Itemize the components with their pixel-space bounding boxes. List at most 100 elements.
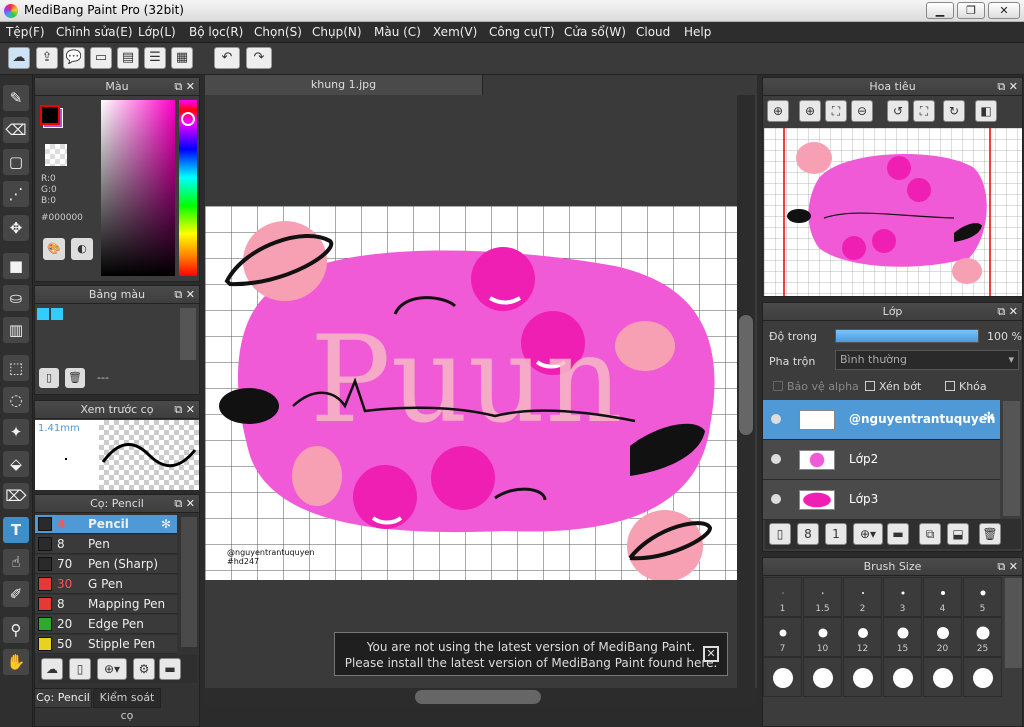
saturation-value-picker[interactable] bbox=[101, 100, 175, 276]
list-icon[interactable]: ☰ bbox=[144, 47, 166, 69]
gear-icon[interactable]: ✻ bbox=[983, 410, 995, 426]
brush-item-pen[interactable]: 8 Pen bbox=[35, 535, 177, 554]
brush-size-cell[interactable] bbox=[763, 657, 802, 697]
brush-item-mapping-pen[interactable]: 8 Mapping Pen bbox=[35, 595, 177, 614]
tab-brush[interactable]: Cọ: Pencil bbox=[34, 688, 92, 708]
protect-alpha-checkbox[interactable] bbox=[773, 381, 783, 391]
visibility-icon[interactable] bbox=[771, 494, 781, 504]
close-button[interactable]: ✕ bbox=[988, 2, 1020, 19]
brush-tool-icon[interactable]: ✎ bbox=[3, 85, 29, 111]
cloud-brush-icon[interactable]: ☁ bbox=[41, 658, 63, 680]
duplicate-layer-icon[interactable]: ⧉ bbox=[919, 523, 941, 545]
comment-icon[interactable]: 💬 bbox=[63, 47, 85, 69]
rectangle-tool-icon[interactable]: ▢ bbox=[3, 149, 29, 175]
clip-checkbox[interactable] bbox=[865, 381, 875, 391]
add-layer-menu-icon[interactable]: ⊕▾ bbox=[853, 523, 883, 545]
blend-mode-select[interactable]: Bình thường ▾ bbox=[835, 350, 1019, 370]
gear-icon[interactable]: ✻ bbox=[161, 517, 171, 531]
reset-rotation-icon[interactable]: ⛶ bbox=[913, 100, 935, 122]
menu-help[interactable]: Help bbox=[684, 25, 711, 39]
menu-filter[interactable]: Bộ lọc(R) bbox=[189, 25, 243, 39]
brush-size-cell[interactable]: 1.5 bbox=[803, 577, 842, 617]
text-tool-icon[interactable]: T bbox=[3, 517, 29, 543]
update-notice[interactable]: You are not using the latest version of … bbox=[334, 632, 728, 676]
brush-size-cell[interactable]: 2 bbox=[843, 577, 882, 617]
delete-layer-icon[interactable]: 🗑 bbox=[979, 523, 1001, 545]
palette-color-1[interactable] bbox=[37, 308, 49, 320]
horizontal-scroll-thumb[interactable] bbox=[415, 690, 541, 704]
panel-controls-icon[interactable]: ⧉ ✕ bbox=[174, 495, 195, 513]
new-brush-icon[interactable]: ▯ bbox=[69, 658, 91, 680]
close-notice-icon[interactable]: ✕ bbox=[703, 646, 719, 662]
navigator-preview[interactable] bbox=[764, 128, 1022, 296]
brush-size-cell[interactable]: 7 bbox=[763, 617, 802, 657]
brush-list-scrollbar[interactable] bbox=[181, 517, 197, 647]
fit-view-icon[interactable]: ⛶ bbox=[825, 100, 847, 122]
eyedropper-tool-icon[interactable]: ⚲ bbox=[3, 617, 29, 643]
zoom-in-icon[interactable]: ⊕ bbox=[767, 100, 789, 122]
brush-size-cell[interactable] bbox=[843, 657, 882, 697]
panel-controls-icon[interactable]: ⧉ ✕ bbox=[174, 286, 195, 304]
magic-wand-tool-icon[interactable]: ✦ bbox=[3, 419, 29, 445]
select-eraser-tool-icon[interactable]: ⌦ bbox=[3, 483, 29, 509]
menu-view[interactable]: Xem(V) bbox=[433, 25, 477, 39]
layer-row[interactable]: Lớp3 bbox=[763, 480, 1000, 520]
lock-checkbox[interactable] bbox=[945, 381, 955, 391]
tab-brush-control[interactable]: Kiểm soát cọ bbox=[93, 688, 161, 722]
cloud-icon[interactable]: ☁ bbox=[8, 47, 30, 69]
new-1bit-layer-icon[interactable]: 1 bbox=[825, 523, 847, 545]
panel-controls-icon[interactable]: ⧉ ✕ bbox=[997, 558, 1018, 576]
hand-tool-icon[interactable]: ✋ bbox=[3, 649, 29, 675]
opacity-slider[interactable] bbox=[835, 329, 979, 343]
grid-icon[interactable]: ▦ bbox=[171, 47, 193, 69]
menu-edit[interactable]: Chỉnh sửa(E) bbox=[56, 25, 133, 39]
visibility-icon[interactable] bbox=[771, 454, 781, 464]
redo-button[interactable]: ↷ bbox=[246, 47, 272, 69]
select-rect-tool-icon[interactable]: ⬚ bbox=[3, 355, 29, 381]
brush-item-edge-pen[interactable]: 20 Edge Pen bbox=[35, 615, 177, 634]
new-layer-icon[interactable]: ▯ bbox=[769, 523, 791, 545]
menu-capture[interactable]: Chụp(N) bbox=[312, 25, 362, 39]
merge-layer-icon[interactable]: ⬓ bbox=[947, 523, 969, 545]
visibility-icon[interactable] bbox=[771, 414, 781, 424]
lasso-tool-icon[interactable]: ◌ bbox=[3, 387, 29, 413]
menu-cloud[interactable]: Cloud bbox=[636, 25, 670, 39]
bucket-tool-icon[interactable]: ⛀ bbox=[3, 285, 29, 311]
brush-size-cell[interactable]: 3 bbox=[883, 577, 922, 617]
menu-tools[interactable]: Công cụ(T) bbox=[489, 25, 555, 39]
brush-item-stipple-pen[interactable]: 50 Stipple Pen bbox=[35, 635, 177, 654]
new-color-icon[interactable]: ▯ bbox=[39, 368, 59, 388]
new-halftone-layer-icon[interactable]: 8 bbox=[797, 523, 819, 545]
maximize-button[interactable]: ❐ bbox=[957, 2, 985, 19]
palette-scrollbar[interactable] bbox=[180, 308, 196, 360]
divide-tool-icon[interactable]: ✐ bbox=[3, 581, 29, 607]
hue-slider[interactable] bbox=[179, 100, 197, 276]
fill-rect-tool-icon[interactable]: ■ bbox=[3, 253, 29, 279]
zoom-out-icon[interactable]: ⊖ bbox=[851, 100, 873, 122]
menu-layer[interactable]: Lớp(L) bbox=[138, 25, 176, 39]
move-tool-icon[interactable]: ✥ bbox=[3, 215, 29, 241]
brush-item-pencil[interactable]: 4 Pencil ✻ bbox=[35, 515, 177, 534]
vertical-scrollbar[interactable] bbox=[737, 95, 755, 690]
layer-scrollbar[interactable] bbox=[1003, 401, 1020, 516]
undo-button[interactable]: ↶ bbox=[214, 47, 240, 69]
brush-size-cell[interactable]: 4 bbox=[923, 577, 962, 617]
flip-icon[interactable]: ◧ bbox=[975, 100, 997, 122]
layer-row[interactable]: @nguyentrantuquyen ✻ bbox=[763, 400, 1000, 440]
brush-size-scrollbar[interactable] bbox=[1005, 578, 1022, 668]
message-icon[interactable]: ▭ bbox=[90, 47, 112, 69]
transparent-swatch[interactable] bbox=[45, 144, 67, 166]
menu-file[interactable]: Tệp(F) bbox=[6, 25, 45, 39]
brush-size-cell[interactable]: 10 bbox=[803, 617, 842, 657]
brush-size-cell[interactable]: 20 bbox=[923, 617, 962, 657]
artwork-canvas[interactable]: Puun @nguyentrantuquyen #hd247 bbox=[205, 206, 737, 582]
minimize-button[interactable]: ▁ bbox=[926, 2, 954, 19]
vertical-scroll-thumb[interactable] bbox=[739, 315, 753, 435]
panel-controls-icon[interactable]: ⧉ ✕ bbox=[174, 78, 195, 96]
panel-controls-icon[interactable]: ⧉ ✕ bbox=[174, 401, 195, 419]
menu-select[interactable]: Chọn(S) bbox=[254, 25, 302, 39]
document-icon[interactable]: ▤ bbox=[117, 47, 139, 69]
brush-size-cell[interactable] bbox=[803, 657, 842, 697]
brush-size-cell[interactable]: 25 bbox=[963, 617, 1002, 657]
panel-controls-icon[interactable]: ⧉ ✕ bbox=[997, 303, 1018, 321]
